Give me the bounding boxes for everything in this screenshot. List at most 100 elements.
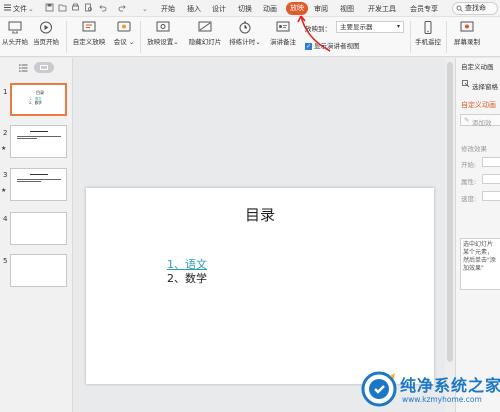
select-pane-link[interactable]: 选择窗格 [472,81,498,91]
from-start-button[interactable]: 从头开始 [0,21,30,46]
tab-developer[interactable]: 开发工具 [368,4,396,14]
add-effect-label: 添加效 [472,119,492,127]
show-settings-button[interactable]: 放映设置⌄ [143,21,183,46]
current-slide[interactable]: 目录 1、语文 2、数学 [86,188,434,384]
thumb-line: 2、数学 [29,101,42,105]
hide-slide-label: 隐藏幻灯片 [188,38,222,46]
vertical-scrollbar[interactable] [445,58,455,412]
slide-thumbnail-2[interactable] [10,125,67,158]
selection-pane-icon[interactable] [462,80,470,88]
hamburger-menu-icon[interactable] [3,3,12,12]
screen-record-label: 屏幕录制 [454,38,480,46]
slide-list-item-2[interactable]: 2、数学 [167,270,207,286]
hide-slide-button[interactable]: 隐藏幻灯片 [186,21,224,46]
property-label: 属性: [461,178,477,186]
thumb-text-line [17,136,61,137]
speaker-notes-label: 演讲备注 [270,38,296,46]
print-icon[interactable] [71,3,80,12]
play-from-start-icon [8,21,22,34]
thumb-heading-line [30,174,48,175]
tab-home[interactable]: 开始 [161,4,175,14]
outline-view-icon[interactable] [19,64,28,72]
thumb-heading-line [30,131,48,132]
watermark-title: 纯净系统之家 [400,376,500,395]
screen-record-button[interactable]: 屏幕录制 [449,21,485,46]
undo-icon[interactable] [98,3,107,12]
search-icon [456,5,463,12]
animation-star-icon: ★ [1,187,7,194]
rehearse-dropdown-icon[interactable]: ⌄ [255,38,260,46]
animation-star-icon: ★ [1,145,7,152]
slide-number: 2 [3,129,8,137]
slide-editing-area: 目录 1、语文 2、数学 [73,58,455,412]
chevron-down-icon: ▾ [396,23,400,30]
from-start-label: 从头开始 [2,38,28,46]
thumb-text-line [17,181,41,182]
ribbon-divider [66,21,67,53]
speaker-notes-button[interactable]: 演讲备注 [266,21,300,46]
watermark-url: www.kzmyhome.com [402,395,482,404]
annotation-arrow-icon [297,15,331,52]
custom-animation-pane: 自定义动画 选择窗格 自定义动画 ✎ 添加效 修改效果 开始: 属性: 速度: … [455,58,500,412]
speed-select[interactable] [482,191,500,201]
show-settings-icon [156,21,170,32]
custom-show-icon [82,21,96,32]
slide-title[interactable]: 目录 [86,204,434,225]
menu-bar: 文件 ⌄ ⌄ 开始 插入 设计 切换 动画 放映 审阅 视图 开发工具 会员专享… [0,0,500,17]
search-text: 查找命 [465,4,486,12]
slide-number: 5 [3,257,8,265]
rehearse-timing-button[interactable]: 排练计时⌄ [226,21,264,46]
meeting-icon [117,21,131,32]
from-current-label: 当页开始 [33,38,59,46]
print-preview-icon[interactable] [84,3,93,12]
tab-design[interactable]: 设计 [212,4,226,14]
start-label: 开始: [461,161,477,169]
phone-icon [424,21,432,34]
watermark-logo: 纯净系统之家 www.kzmyhome.com [356,368,500,410]
play-current-icon [40,21,52,34]
ribbon-divider [446,21,447,53]
slide-thumbnail-1[interactable]: 目录 1、语文 2、数学 [10,83,67,116]
hide-slide-icon [198,21,212,32]
monitor-select[interactable]: 主要显示器 ▾ [336,21,404,33]
meeting-button[interactable]: 会议 ⌄ [111,21,137,46]
slide-thumbnail-3[interactable] [10,168,67,201]
rehearse-timing-label: 排练计时 [229,38,256,46]
scrollbar-thumb[interactable] [447,62,453,362]
property-select[interactable] [482,174,500,184]
pane-title: 自定义动画 [461,63,494,71]
tab-transition[interactable]: 切换 [238,4,252,14]
tab-view[interactable]: 视图 [340,4,354,14]
animation-list-box[interactable]: 选中幻灯片某个元素，然后单击"添加效果" [460,238,500,290]
slide-number: 3 [3,171,8,179]
thumb-title: 目录 [36,90,44,95]
quick-access-more-icon[interactable]: ⌄ [142,4,148,14]
stopwatch-icon [239,21,251,34]
slide-thumbnail-4[interactable] [10,212,67,245]
slides-view-icon[interactable] [34,62,54,73]
search-input[interactable]: 查找命 [452,2,498,15]
tab-member[interactable]: 会员专享 [410,4,438,14]
redo-icon[interactable] [118,3,127,12]
modify-effect-label: 修改效果 [461,145,487,153]
slide-thumbnail-5[interactable] [10,254,67,287]
start-select[interactable] [482,157,500,167]
meeting-dropdown-icon[interactable]: ⌄ [129,38,134,46]
file-menu[interactable]: 文件 [13,4,27,14]
pencil-icon: ✎ [464,116,470,124]
from-current-button[interactable]: 当页开始 [31,21,61,46]
slide-number: 1 [3,88,8,96]
tab-insert[interactable]: 插入 [187,4,201,14]
custom-animation-heading: 自定义动画 [461,101,496,109]
show-settings-dropdown-icon[interactable]: ⌄ [173,38,178,46]
phone-remote-button[interactable]: 手机遥控 [412,21,444,46]
speed-label: 速度: [461,195,477,203]
save-icon[interactable] [45,3,54,12]
add-effect-button[interactable]: ✎ 添加效 [460,114,500,127]
ribbon-divider [410,21,411,53]
phone-remote-label: 手机遥控 [415,38,441,46]
tab-animation[interactable]: 动画 [263,4,277,14]
custom-show-button[interactable]: 自定义放映 [70,21,108,46]
folder-open-icon[interactable] [58,3,67,12]
chevron-down-icon[interactable]: ⌄ [28,4,34,14]
